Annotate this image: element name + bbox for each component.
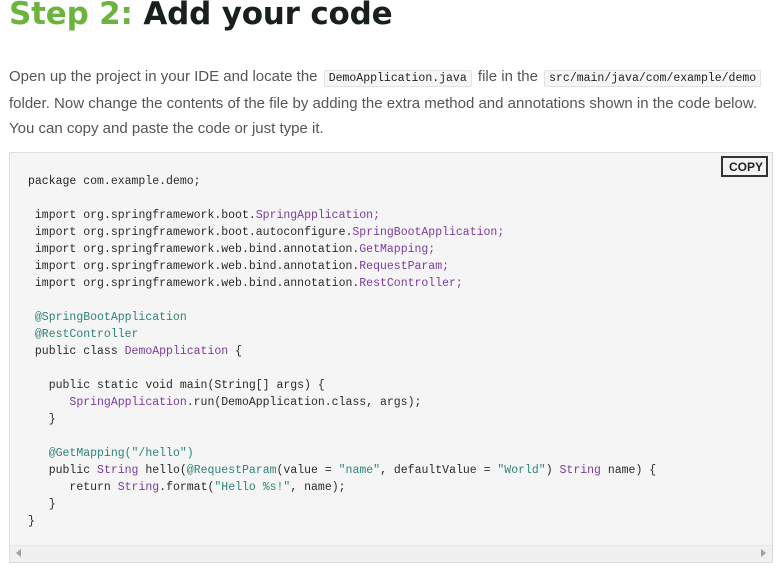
code-token: SpringBootApplication; — [352, 226, 505, 239]
code-token: org.springframework.boot. — [83, 209, 256, 222]
code-token: com.example.demo; — [83, 175, 201, 188]
code-token: import — [34, 209, 77, 222]
code-token: import — [34, 277, 77, 290]
code-token: SpringApplication — [69, 396, 187, 409]
code-content: package com.example.demo; import org.spr… — [28, 173, 656, 530]
code-token: package — [28, 175, 77, 188]
code-token: String — [117, 481, 160, 494]
code-token: "name" — [338, 464, 381, 477]
horizontal-scrollbar[interactable] — [10, 545, 772, 562]
code-token: , name); — [290, 481, 346, 494]
code-token: hello( — [145, 464, 187, 477]
intro-text-2: file in the — [477, 68, 538, 85]
intro-text-1: Open up the project in your IDE and loca… — [9, 68, 318, 85]
inline-code-path: src/main/java/com/example/demo — [544, 70, 762, 87]
code-token: "Hello %s!" — [214, 481, 291, 494]
code-token: public — [48, 464, 91, 477]
scroll-left-icon[interactable] — [16, 549, 21, 557]
page-title: Step 2: Add your code — [9, 0, 393, 32]
code-token: } — [48, 498, 56, 511]
code-token: import — [34, 260, 77, 273]
code-token: org.springframework.web.bind.annotation. — [83, 243, 360, 256]
code-token: return — [69, 481, 111, 494]
code-token: @RestController — [34, 328, 139, 341]
code-token: org.springframework.boot.autoconfigure. — [83, 226, 353, 239]
code-token: public class — [34, 345, 118, 358]
code-token: DemoApplication — [124, 345, 229, 358]
code-token: import — [34, 226, 77, 239]
code-token: RequestParam; — [359, 260, 449, 273]
intro-text-3: folder. Now change the contents of the f… — [9, 95, 758, 137]
code-token: String — [97, 464, 139, 477]
code-token: RestController; — [359, 277, 463, 290]
code-token: org.springframework.web.bind.annotation. — [83, 277, 360, 290]
scroll-right-icon[interactable] — [761, 549, 766, 557]
code-token: @SpringBootApplication — [34, 311, 187, 324]
code-token: @RequestParam — [186, 464, 277, 477]
step-label: Step 2: — [9, 0, 133, 32]
code-token: , defaultValue = — [380, 464, 498, 477]
code-token: @GetMapping("/hello") — [48, 447, 194, 460]
code-token: (value = — [276, 464, 339, 477]
code-token: } — [28, 515, 35, 528]
code-token: import — [34, 243, 77, 256]
code-token: String — [559, 464, 601, 477]
inline-code-filename: DemoApplication.java — [323, 70, 472, 87]
code-token: } — [48, 413, 56, 426]
code-token: GetMapping; — [359, 243, 436, 256]
code-token: ) — [545, 464, 560, 477]
code-token: org.springframework.web.bind.annotation. — [83, 260, 360, 273]
intro-paragraph: Open up the project in your IDE and loca… — [9, 64, 779, 141]
code-token: public static void main(String[] args) { — [48, 379, 325, 392]
step-title: Add your code — [143, 0, 393, 32]
code-token: .format( — [159, 481, 215, 494]
code-token: "World" — [497, 464, 546, 477]
code-token: SpringApplication; — [255, 209, 380, 222]
code-token: { — [235, 345, 242, 358]
code-token: name) { — [600, 464, 657, 477]
code-token: .run(DemoApplication.class, args); — [186, 396, 422, 409]
code-block: COPY package com.example.demo; import or… — [9, 152, 773, 563]
copy-button[interactable]: COPY — [721, 156, 768, 177]
